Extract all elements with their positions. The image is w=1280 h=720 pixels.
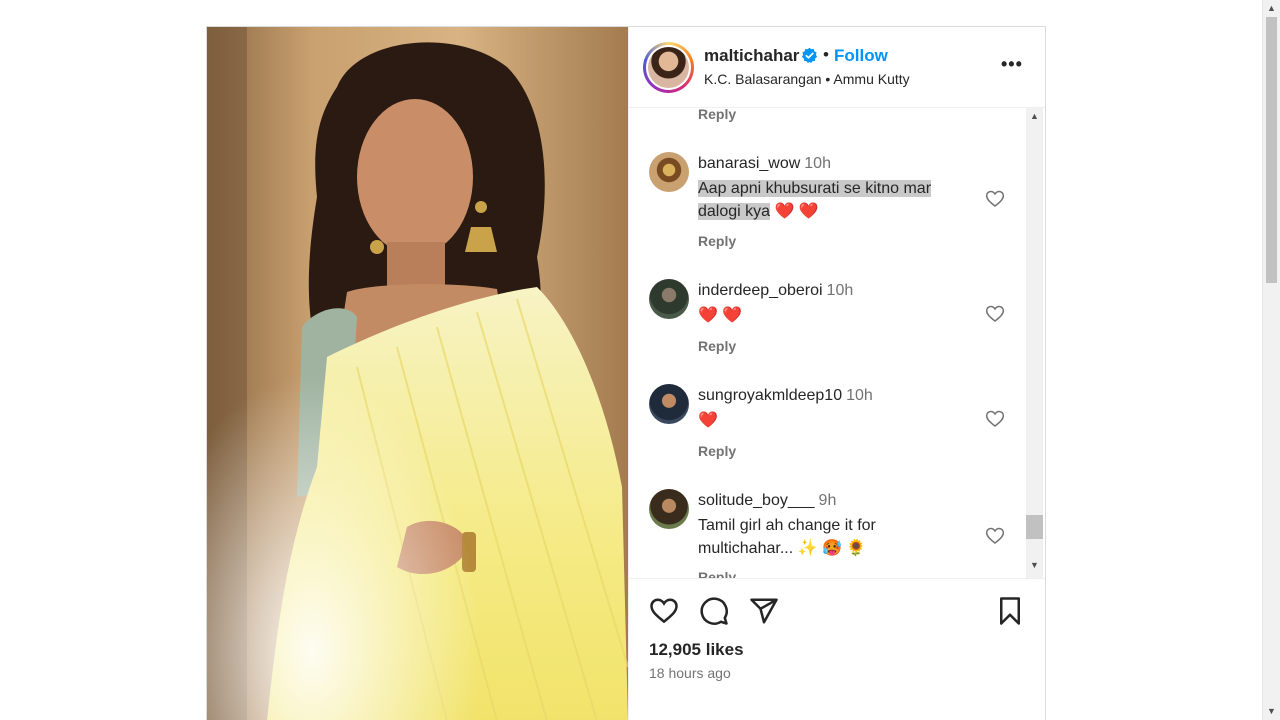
reply-button[interactable]: Reply (698, 338, 736, 354)
paper-plane-icon[interactable] (749, 596, 779, 626)
post-photo-illustration (207, 27, 628, 720)
follow-button[interactable]: Follow (834, 46, 888, 66)
heart-icon[interactable] (985, 526, 1005, 546)
verified-badge-icon (801, 47, 818, 64)
author-username[interactable]: maltichahar (704, 46, 799, 66)
page-scrollbar-thumb[interactable] (1266, 17, 1277, 283)
comment-bubble-icon[interactable] (699, 596, 729, 626)
comment-emoji: ❤️ ❤️ (770, 203, 819, 220)
comment-username-label[interactable]: sungroyakmldeep10 (698, 387, 842, 404)
comment-time: 9h (818, 492, 837, 509)
comment-text: ❤️ (698, 412, 718, 429)
comment-text: Tamil girl ah change it for multichahar.… (698, 517, 876, 557)
likes-count[interactable]: 12,905 likes (649, 640, 744, 660)
comment-time: 10h (804, 155, 831, 172)
heart-icon[interactable] (985, 409, 1005, 429)
comments-scrollbar[interactable]: ▲ ▼ (1026, 108, 1043, 578)
comment-username[interactable]: sungroyakmldeep10 10h (698, 387, 873, 405)
post-dialog: maltichahar • Follow K.C. Balasarangan •… (206, 26, 1046, 720)
post-location[interactable]: K.C. Balasarangan • Ammu Kutty (704, 71, 910, 87)
page-scrollbar[interactable]: ▲ ▼ (1262, 0, 1280, 720)
comments-list[interactable]: Reply banarasi_wow 10h Aap apni khubsurat… (629, 108, 1045, 578)
comment-username[interactable]: banarasi_wow 10h (698, 155, 831, 173)
post-header: maltichahar • Follow K.C. Balasarangan •… (629, 27, 1045, 108)
post-side-panel: maltichahar • Follow K.C. Balasarangan •… (628, 27, 1045, 720)
avatar[interactable] (649, 152, 689, 192)
comment-username-label[interactable]: inderdeep_oberoi (698, 282, 823, 299)
scroll-up-arrow-icon[interactable]: ▲ (1026, 111, 1043, 121)
avatar[interactable] (649, 489, 689, 529)
reply-button[interactable]: Reply (698, 569, 736, 578)
heart-icon[interactable] (985, 189, 1005, 209)
comment-time: 10h (846, 387, 873, 404)
comment-time: 10h (826, 282, 854, 299)
comments-scrollbar-thumb[interactable] (1026, 515, 1043, 539)
post-image (207, 27, 628, 720)
scroll-down-arrow-icon[interactable]: ▼ (1263, 703, 1280, 720)
comment-username[interactable]: solitude_boy___ 9h (698, 492, 836, 510)
avatar[interactable] (649, 384, 689, 424)
reply-button[interactable]: Reply (698, 443, 736, 459)
reply-button[interactable]: Reply (698, 108, 736, 122)
more-options-icon[interactable]: ••• (1001, 54, 1023, 75)
heart-icon[interactable] (985, 304, 1005, 324)
avatar[interactable] (649, 279, 689, 319)
post-actions: 12,905 likes 18 hours ago (629, 578, 1045, 720)
comment-username[interactable]: inderdeep_oberoi 10h (698, 282, 853, 300)
header-separator: • (823, 45, 829, 64)
reply-button[interactable]: Reply (698, 233, 736, 249)
bookmark-icon[interactable] (995, 596, 1025, 626)
scroll-down-arrow-icon[interactable]: ▼ (1026, 560, 1043, 570)
comment-username-label[interactable]: banarasi_wow (698, 155, 800, 172)
scroll-up-arrow-icon[interactable]: ▲ (1263, 0, 1280, 17)
comment-text: Aap apni khubsurati se kitno mar dalogi … (698, 177, 968, 223)
author-avatar[interactable] (643, 42, 694, 93)
comment-username-label[interactable]: solitude_boy___ (698, 492, 815, 509)
post-timestamp[interactable]: 18 hours ago (649, 665, 731, 681)
heart-icon[interactable] (649, 596, 679, 626)
comment-text: ❤️ ❤️ (698, 307, 743, 324)
